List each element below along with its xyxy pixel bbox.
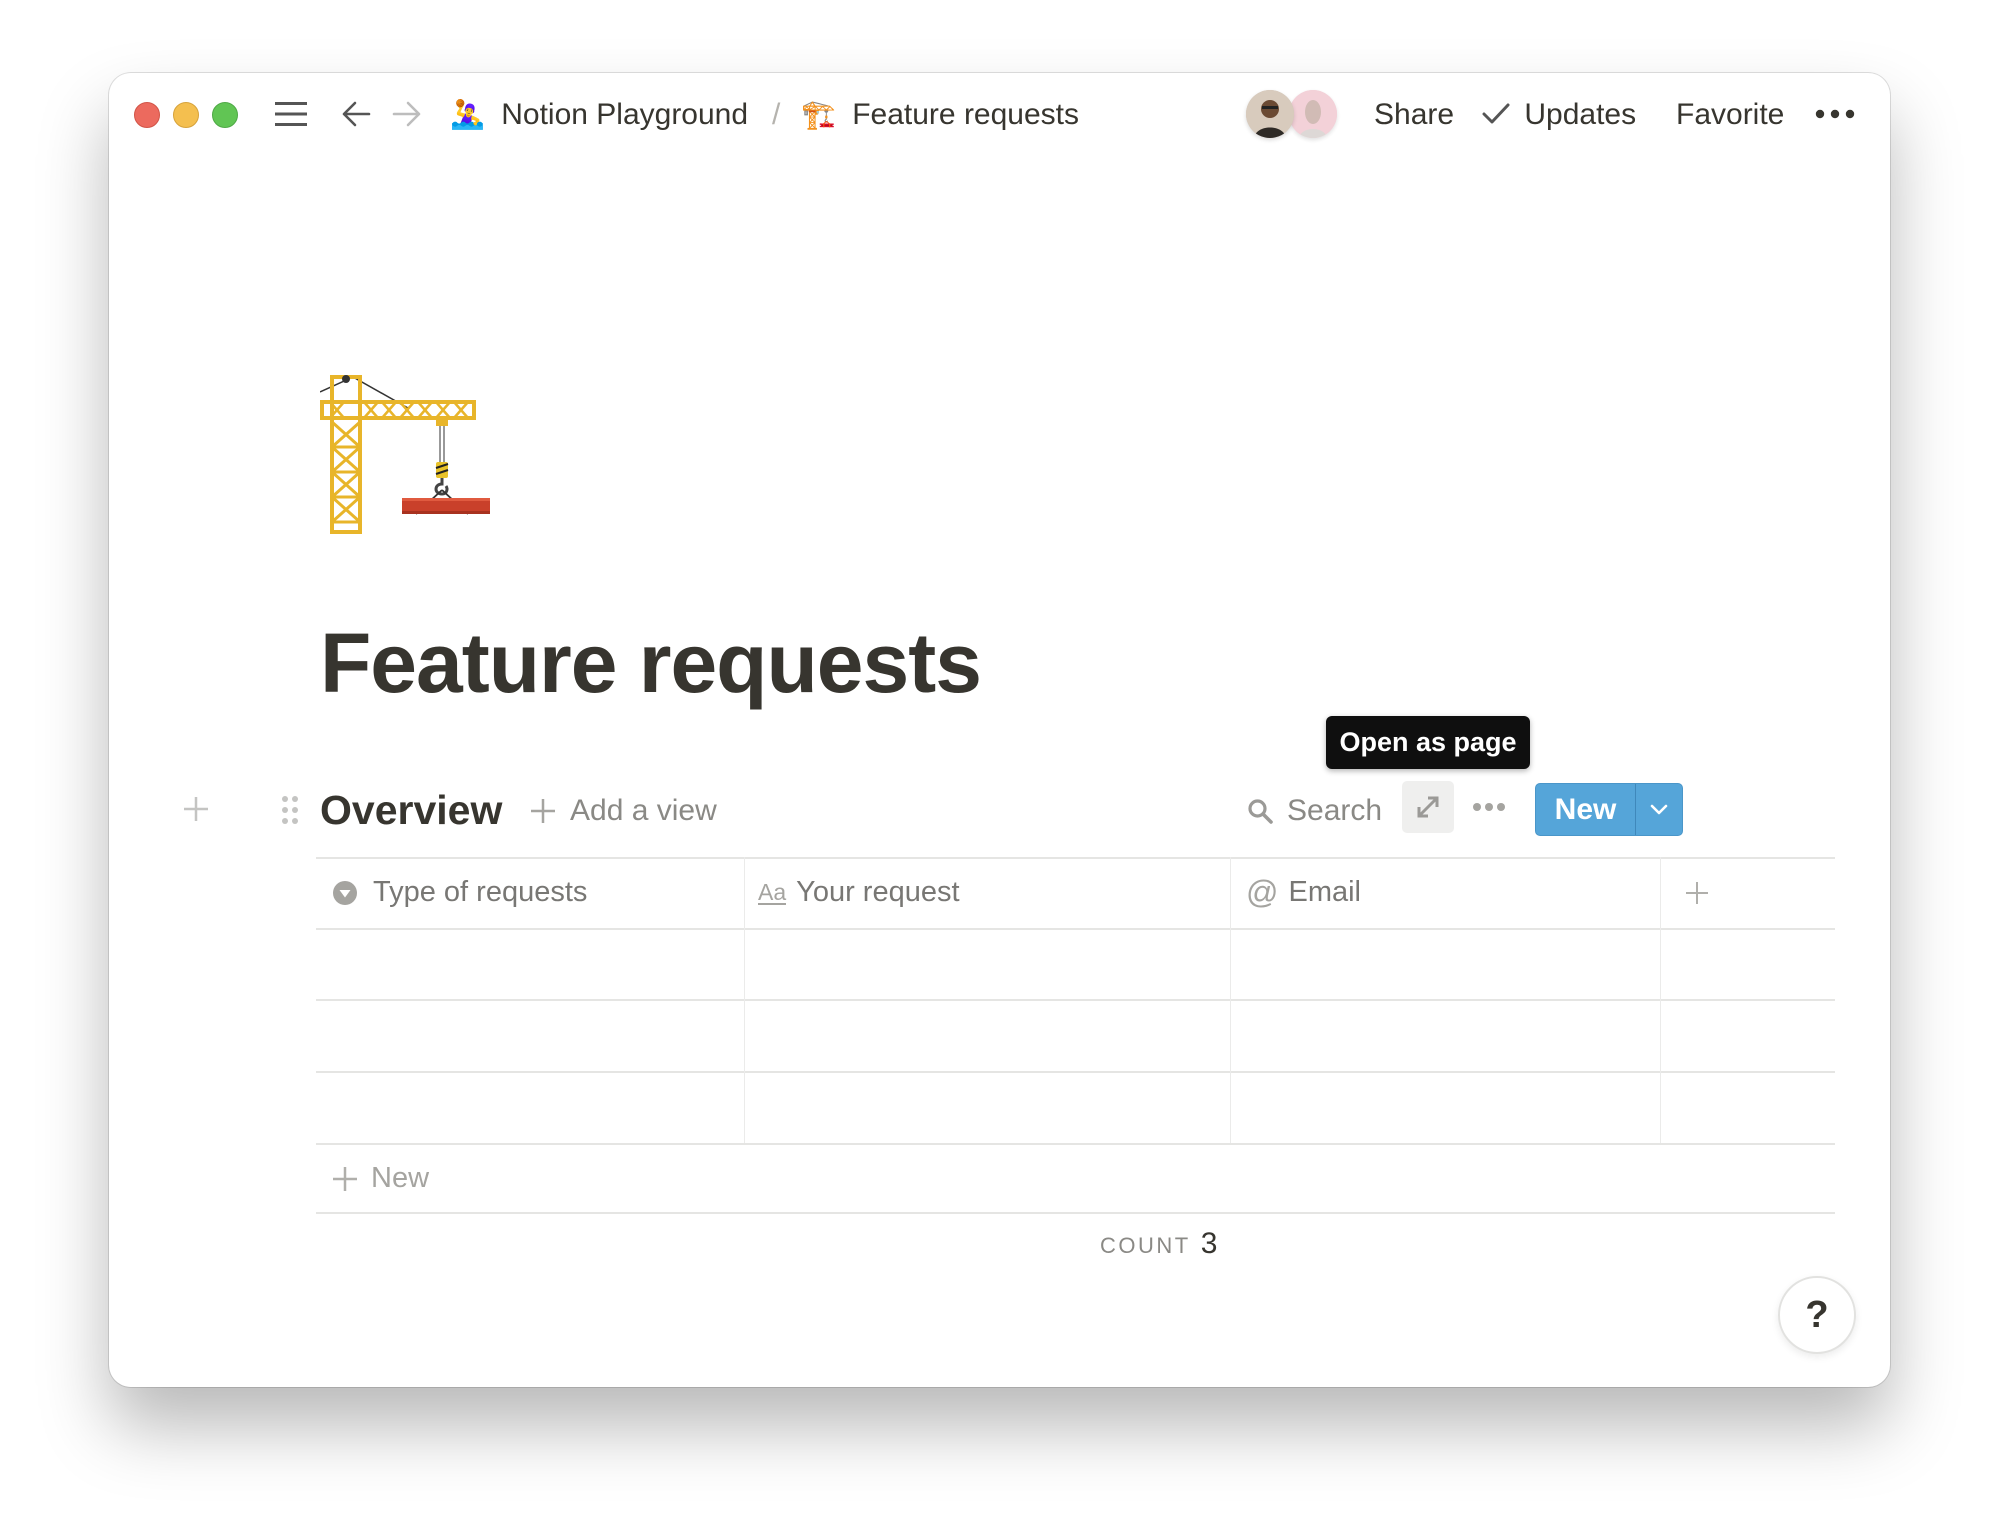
search-label: Search <box>1287 794 1383 827</box>
chevron-down-icon <box>1650 804 1668 814</box>
breadcrumb-label: Feature requests <box>852 98 1080 131</box>
avatar[interactable] <box>1289 90 1337 138</box>
count-aggregation[interactable]: COUNT 3 <box>1100 1227 1217 1267</box>
checkmark-icon <box>1482 103 1510 124</box>
column-header-email[interactable]: @ Email <box>1246 857 1658 928</box>
new-button[interactable]: New <box>1536 784 1636 835</box>
column-header-request[interactable]: Aa Your request <box>758 857 1228 928</box>
view-title[interactable]: Overview <box>320 785 502 835</box>
cell-type[interactable] <box>316 1001 744 1071</box>
help-button[interactable]: ? <box>1778 1276 1856 1354</box>
back-button[interactable] <box>339 98 373 130</box>
cell-email[interactable] <box>1231 929 1660 999</box>
open-as-page-button[interactable] <box>1402 781 1454 833</box>
select-icon <box>333 880 357 905</box>
breadcrumb-item-workspace[interactable]: 🤽‍♀️ Notion Playground <box>450 95 748 135</box>
share-button[interactable]: Share <box>1374 95 1454 135</box>
cell-request[interactable] <box>745 1001 1230 1071</box>
column-header-label: Your request <box>796 876 960 908</box>
table-row[interactable] <box>316 929 1835 999</box>
table-border <box>316 1143 1835 1145</box>
updates-label: Updates <box>1524 98 1637 131</box>
open-as-page-tooltip: Open as page <box>1326 716 1530 769</box>
favorite-button[interactable]: Favorite <box>1676 95 1784 135</box>
ellipsis-icon <box>1473 803 1505 811</box>
zoom-window-button[interactable] <box>212 102 238 128</box>
table-border <box>316 1212 1835 1214</box>
minimize-window-button[interactable] <box>173 102 199 128</box>
water-polo-icon: 🤽‍♀️ <box>450 99 485 130</box>
count-label: COUNT <box>1100 1233 1191 1258</box>
updates-button[interactable]: Updates <box>1482 95 1636 135</box>
plus-icon <box>184 797 208 821</box>
table-row[interactable] <box>316 1073 1835 1143</box>
new-dropdown-button[interactable] <box>1636 784 1682 835</box>
forward-button[interactable] <box>390 98 424 130</box>
crane-icon <box>319 375 490 534</box>
cell-email[interactable] <box>1231 1073 1660 1143</box>
breadcrumb-separator: / <box>772 98 781 131</box>
page-icon[interactable] <box>319 372 492 537</box>
cell-request[interactable] <box>745 1073 1230 1143</box>
add-row-label: New <box>371 1162 430 1194</box>
drag-handle-icon <box>282 796 298 824</box>
more-options-button[interactable] <box>1813 99 1857 129</box>
plus-icon <box>333 1166 357 1191</box>
breadcrumb-label: Notion Playground <box>501 98 749 131</box>
ellipsis-icon <box>1815 109 1855 119</box>
app-window: 🤽‍♀️ Notion Playground / 🏗️ Feature requ… <box>109 73 1890 1387</box>
plus-icon <box>531 799 555 823</box>
column-header-type[interactable]: Type of requests <box>332 857 742 928</box>
cell-email[interactable] <box>1231 1001 1660 1071</box>
breadcrumb-item-page[interactable]: 🏗️ Feature requests <box>801 95 1079 135</box>
search-button[interactable]: Search <box>1247 791 1382 831</box>
add-view-label: Add a view <box>570 794 717 827</box>
add-row-button[interactable]: New <box>332 1145 429 1212</box>
expand-icon <box>1417 796 1439 818</box>
cell-request[interactable] <box>745 929 1230 999</box>
crane-icon: 🏗️ <box>801 99 836 130</box>
search-icon <box>1248 799 1273 824</box>
column-header-label: Type of requests <box>373 876 588 908</box>
count-value: 3 <box>1200 1227 1218 1260</box>
hamburger-icon <box>275 102 307 126</box>
arrow-right-icon <box>392 101 421 127</box>
plus-icon <box>1686 881 1708 904</box>
cell-type[interactable] <box>316 1073 744 1143</box>
user-avatar-icon <box>1289 90 1337 138</box>
add-view-button[interactable]: Add a view <box>530 791 717 831</box>
cell-type[interactable] <box>316 929 744 999</box>
add-block-button[interactable] <box>180 793 212 825</box>
close-window-button[interactable] <box>134 102 160 128</box>
new-button-group: New <box>1535 783 1683 836</box>
email-icon: @ <box>1246 874 1279 910</box>
title-icon: Aa <box>758 878 787 905</box>
drag-handle[interactable] <box>280 794 300 826</box>
sidebar-toggle-button[interactable] <box>273 98 309 130</box>
table-row[interactable] <box>316 1001 1835 1071</box>
view-options-button[interactable] <box>1470 791 1508 823</box>
page-title[interactable]: Feature requests <box>320 613 982 713</box>
user-avatar-icon <box>1246 90 1294 138</box>
avatar[interactable] <box>1246 90 1294 138</box>
column-header-label: Email <box>1288 876 1361 908</box>
add-column-button[interactable] <box>1660 857 1835 928</box>
arrow-left-icon <box>342 101 371 127</box>
